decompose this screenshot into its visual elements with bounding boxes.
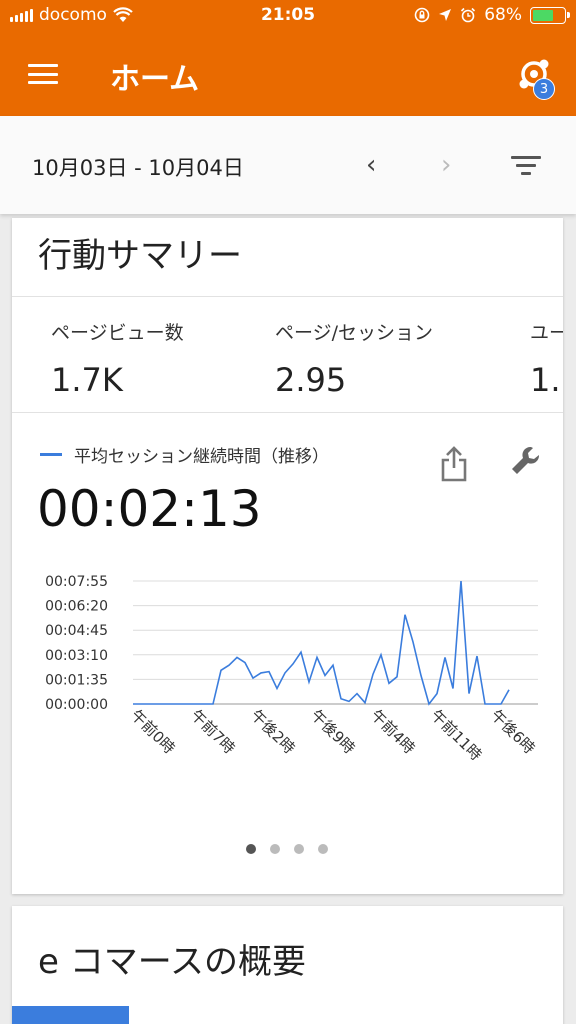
metric-label: ページ/セッション: [275, 322, 434, 344]
legend-swatch: [40, 453, 62, 456]
filter-icon[interactable]: [511, 156, 541, 176]
share-icon[interactable]: [440, 446, 468, 482]
y-tick-label: 00:00:00: [45, 697, 108, 713]
metric-value: 1.7K: [51, 361, 123, 399]
divider: [12, 412, 563, 413]
app-bar: ホーム: [0, 32, 576, 116]
x-tick-label: 午後9時: [307, 706, 358, 757]
y-tick-label: 00:01:35: [45, 672, 108, 688]
x-tick-label: 午前0時: [127, 706, 178, 757]
alarm-icon: [461, 7, 476, 23]
y-tick-label: 00:06:20: [45, 599, 108, 615]
chevron-right-icon[interactable]: ›: [441, 150, 451, 180]
date-range[interactable]: 10月03日 - 10月04日: [32, 152, 244, 182]
wrench-icon[interactable]: [509, 444, 545, 480]
y-tick-label: 00:04:45: [45, 623, 108, 639]
x-tick-label: 午後2時: [247, 706, 298, 757]
legend-label: 平均セッション継続時間（推移）: [74, 447, 329, 467]
location-arrow-icon: [439, 9, 452, 21]
ecommerce-summary-card: e コマースの概要: [12, 906, 563, 1024]
card-title: e コマースの概要: [38, 942, 307, 982]
behavior-summary-card: 行動サマリー ページビュー数 1.7K ページ/セッション 2.95 ユー 1.…: [12, 218, 563, 894]
pager-dots: [246, 844, 328, 854]
x-tick-label: 午後6時: [487, 706, 538, 757]
metric-value: 2.95: [275, 361, 347, 399]
divider: [12, 296, 563, 297]
y-tick-label: 00:07:55: [45, 574, 108, 590]
y-tick-label: 00:03:10: [45, 648, 108, 664]
metric-label: ユー: [530, 322, 563, 344]
status-bar: docomo 21:05 68%: [0, 0, 576, 32]
x-tick-label: 午前7時: [187, 706, 238, 757]
chart-legend: 平均セッション継続時間（推移）: [40, 442, 329, 467]
battery-icon: [530, 6, 570, 24]
x-tick-label: 午前4時: [367, 706, 418, 757]
active-tab-indicator: [12, 1006, 129, 1024]
headline-value: 00:02:13: [37, 480, 262, 538]
pager-dot[interactable]: [318, 844, 328, 854]
pager-dot[interactable]: [246, 844, 256, 854]
metric-users-partial[interactable]: ユー 1.1: [530, 318, 563, 399]
notification-badge[interactable]: 3: [533, 78, 555, 100]
chevron-left-icon[interactable]: ‹: [366, 150, 376, 180]
card-title: 行動サマリー: [38, 236, 242, 276]
status-right: 68%: [414, 5, 570, 25]
page-title: ホーム: [110, 62, 200, 97]
date-range-bar: 10月03日 - 10月04日 ‹ ›: [0, 116, 576, 214]
chart-series-line: [133, 580, 510, 706]
metric-pageviews[interactable]: ページビュー数 1.7K: [51, 318, 184, 399]
metric-value: 1.1: [530, 361, 563, 399]
rotation-lock-icon: [414, 7, 430, 23]
metric-pages-per-session[interactable]: ページ/セッション 2.95: [275, 318, 433, 399]
pager-dot[interactable]: [270, 844, 280, 854]
battery-percent: 68%: [484, 5, 522, 25]
battery-fill: [533, 9, 554, 21]
x-tick-label: 午前11時: [427, 706, 485, 764]
menu-icon[interactable]: [28, 64, 58, 84]
metric-label: ページビュー数: [51, 322, 184, 344]
session-duration-chart: 00:00:00 00:01:35 00:03:10 00:04:45 00:06:20…: [45, 574, 538, 764]
pager-dot[interactable]: [294, 844, 304, 854]
